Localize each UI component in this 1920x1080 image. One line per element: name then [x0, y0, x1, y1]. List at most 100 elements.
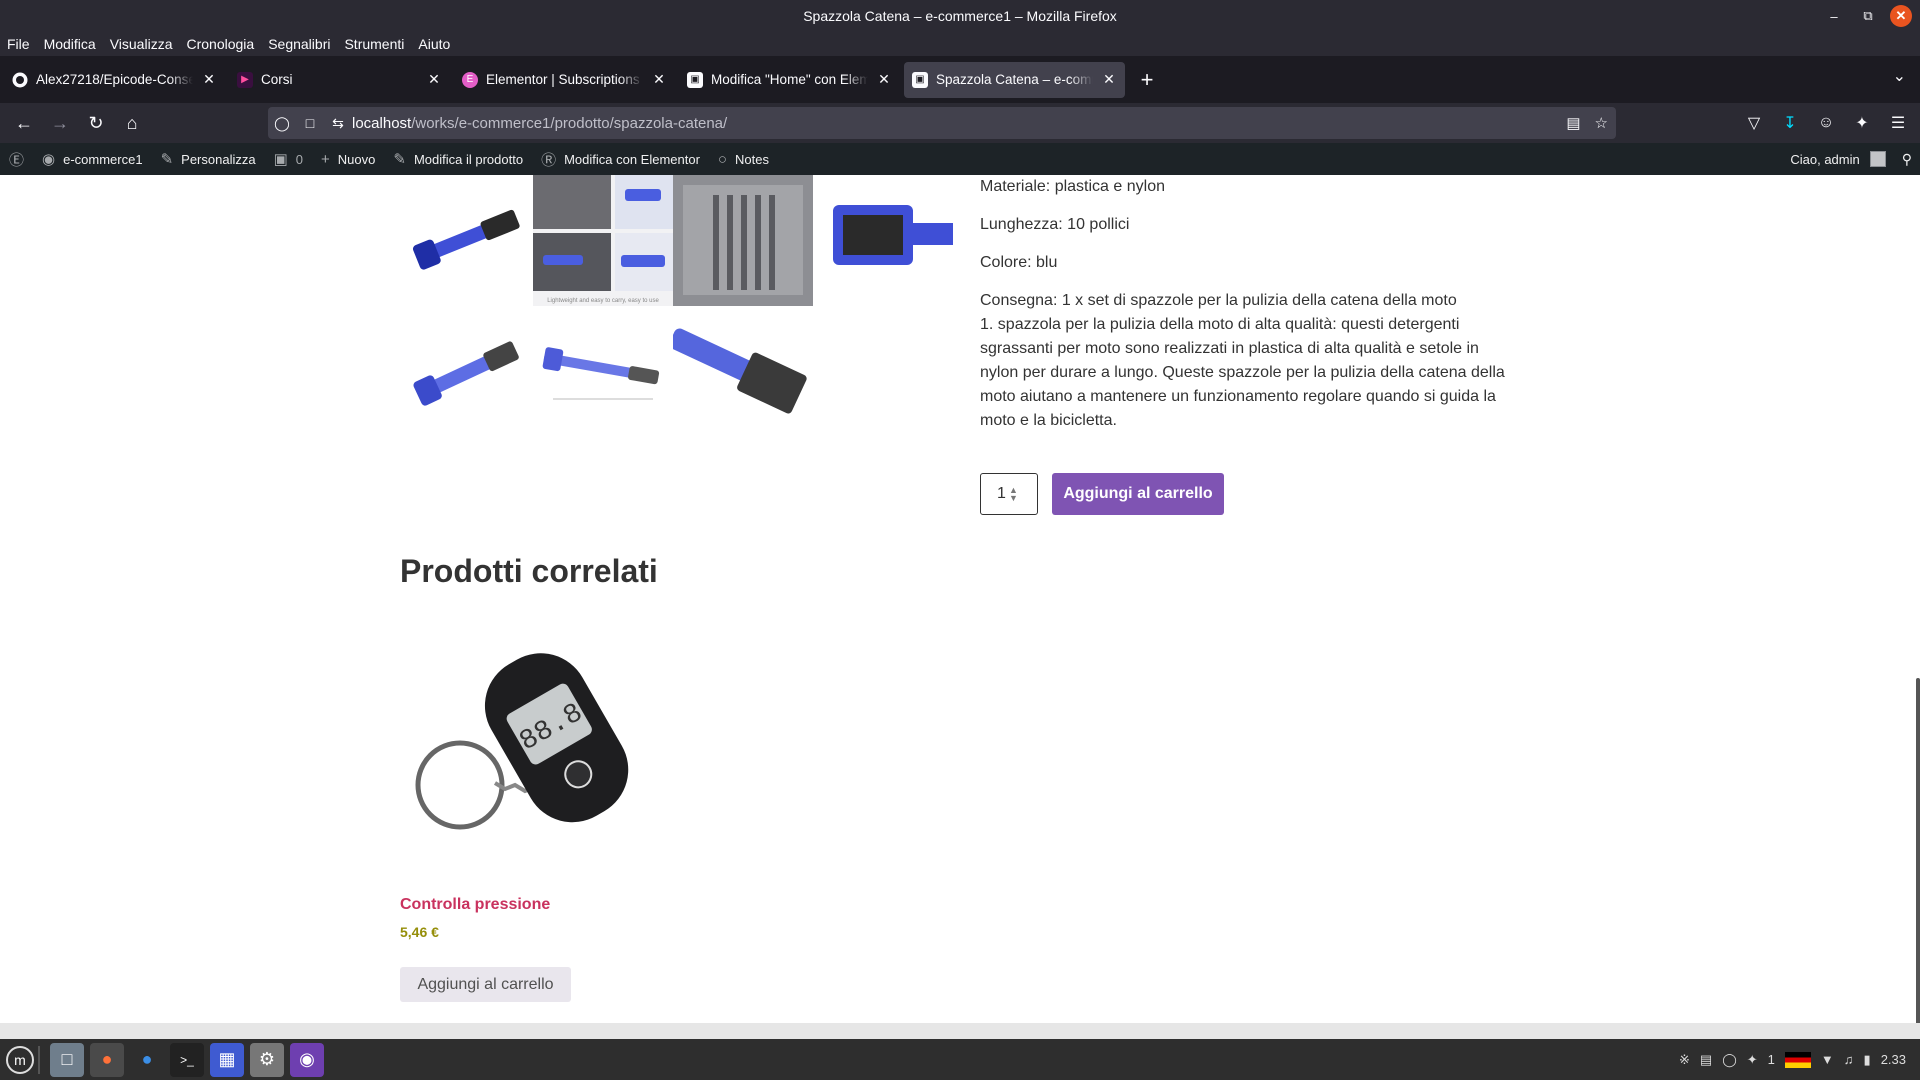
- pencil-icon: ✎: [393, 151, 406, 168]
- settings-icon[interactable]: ⚙: [250, 1042, 284, 1077]
- comments-link[interactable]: ▣ 0: [265, 143, 312, 175]
- new-tab-button[interactable]: +: [1131, 67, 1163, 93]
- plus-icon: +: [321, 150, 330, 168]
- gallery-thumbnail[interactable]: Lightweight and easy to carry, easy to u…: [533, 175, 673, 306]
- account-icon[interactable]: ☺: [1814, 107, 1838, 139]
- edit-product-link[interactable]: ✎ Modifica il prodotto: [384, 143, 532, 175]
- url-host: localhost: [352, 114, 412, 132]
- tab-elementor[interactable]: E Elementor | Subscriptions ✕: [454, 62, 675, 98]
- close-tab-icon[interactable]: ✕: [426, 71, 442, 88]
- elementor-icon: E: [462, 71, 478, 88]
- update-icon[interactable]: ✦: [1747, 1052, 1758, 1068]
- keyboard-layout-flag-icon[interactable]: [1784, 1051, 1811, 1068]
- page-icon[interactable]: □: [296, 115, 324, 131]
- tab-modifica-home[interactable]: ▣ Modifica "Home" con Elementor ✕: [679, 62, 900, 98]
- vertical-scrollbar[interactable]: [1916, 678, 1920, 1023]
- gallery-thumbnail[interactable]: [393, 309, 533, 440]
- close-icon[interactable]: ✕: [1890, 5, 1912, 27]
- customize-link[interactable]: ✎ Personalizza: [152, 143, 265, 175]
- terminal-icon[interactable]: >_: [170, 1042, 204, 1077]
- clipboard-icon[interactable]: ▤: [1700, 1052, 1712, 1068]
- gallery-thumbnail[interactable]: [673, 175, 813, 306]
- home-icon[interactable]: ⌂: [114, 107, 150, 139]
- shield-icon[interactable]: ◯: [268, 115, 296, 132]
- battery-icon[interactable]: ▮: [1864, 1052, 1871, 1068]
- gallery-thumbnail[interactable]: [533, 309, 673, 440]
- menu-visualizza[interactable]: Visualizza: [110, 36, 173, 52]
- brush-icon: ✎: [160, 151, 174, 168]
- window-titlebar: Spazzola Catena – e-commerce1 – Mozilla …: [0, 0, 1920, 32]
- dashboard-icon: ◉: [42, 151, 56, 168]
- menu-strumenti[interactable]: Strumenti: [344, 36, 404, 52]
- related-add-to-cart-button[interactable]: Aggiungi al carrello: [400, 967, 571, 1002]
- quantity-stepper[interactable]: 1 ▲ ▼: [980, 473, 1038, 515]
- reload-icon[interactable]: ↻: [78, 107, 114, 139]
- site-name-link[interactable]: ◉ e-commerce1: [33, 143, 152, 175]
- add-to-cart-button[interactable]: Aggiungi al carrello: [1052, 473, 1224, 515]
- hamburger-menu-icon[interactable]: ☰: [1886, 107, 1910, 139]
- horizontal-scrollbar[interactable]: [0, 1023, 1920, 1039]
- tab-label: Corsi: [261, 72, 293, 87]
- mint-menu-icon[interactable]: m: [6, 1045, 34, 1074]
- new-content-link[interactable]: + Nuovo: [312, 143, 384, 175]
- minimize-icon[interactable]: –: [1822, 4, 1846, 28]
- firefox-icon[interactable]: ●: [90, 1042, 124, 1077]
- tab-label: Alex27218/Epicode-Consegne: [36, 72, 193, 87]
- related-products-title: Prodotti correlati: [400, 553, 658, 589]
- product-page: Lightweight and easy to carry, easy to u…: [0, 175, 1920, 1023]
- menu-file[interactable]: File: [7, 36, 30, 52]
- bookmark-star-icon[interactable]: ☆: [1595, 114, 1608, 132]
- tab-label: Spazzola Catena – e-commerce1: [936, 72, 1093, 87]
- pocket-icon[interactable]: ▽: [1742, 107, 1766, 139]
- download-icon[interactable]: ↧: [1778, 107, 1802, 139]
- close-tab-icon[interactable]: ✕: [876, 71, 892, 88]
- volume-icon[interactable]: ♫: [1844, 1052, 1854, 1067]
- tab-spazzola-catena[interactable]: ▣ Spazzola Catena – e-commerce1 ✕: [904, 61, 1125, 98]
- wordpress-logo-button[interactable]: Ⓔ: [0, 143, 33, 175]
- file-manager-icon[interactable]: □: [50, 1042, 84, 1077]
- search-icon[interactable]: ⚲: [1902, 151, 1912, 168]
- maximize-icon[interactable]: ⧉: [1856, 4, 1880, 28]
- back-icon[interactable]: ←: [6, 107, 42, 139]
- tab-corsi[interactable]: ▶ Corsi ✕: [229, 62, 450, 98]
- menu-modifica[interactable]: Modifica: [44, 36, 96, 52]
- menu-cronologia[interactable]: Cronologia: [186, 36, 254, 52]
- gallery-thumbnail[interactable]: [673, 309, 813, 440]
- system-tray: ※ ▤ ◯ ✦ 1 ▼ ♫ ▮ 2.33: [1679, 1039, 1906, 1080]
- menu-aiuto[interactable]: Aiuto: [418, 36, 450, 52]
- user-greeting[interactable]: Ciao, admin: [1790, 152, 1859, 167]
- shield-tray-icon[interactable]: ◯: [1722, 1052, 1737, 1068]
- customize-label: Personalizza: [181, 151, 256, 167]
- close-tab-icon[interactable]: ✕: [1101, 71, 1117, 88]
- spin-arrows-icon[interactable]: ▲ ▼: [1009, 486, 1018, 503]
- extensions-icon[interactable]: ✦: [1850, 107, 1874, 139]
- gallery-thumbnail[interactable]: [813, 175, 953, 306]
- url-bar[interactable]: ◯ □ ⇆ localhost/works/e-commerce1/prodot…: [268, 107, 1616, 139]
- forward-icon[interactable]: →: [42, 107, 78, 139]
- screenshot-icon[interactable]: ▦: [210, 1042, 244, 1077]
- wordpress-page-icon: ▣: [687, 71, 703, 88]
- edit-with-elementor-link[interactable]: Ⓡ Modifica con Elementor: [532, 143, 709, 175]
- related-product-name[interactable]: Controlla pressione: [400, 896, 550, 914]
- bluetooth-icon[interactable]: ※: [1679, 1052, 1690, 1068]
- clock[interactable]: 2.33: [1881, 1052, 1906, 1067]
- close-tab-icon[interactable]: ✕: [201, 71, 217, 88]
- wifi-icon[interactable]: ▼: [1821, 1052, 1834, 1067]
- permissions-icon[interactable]: ⇆: [324, 115, 352, 132]
- related-product-image[interactable]: 88.8: [400, 615, 650, 855]
- tab-github[interactable]: Alex27218/Epicode-Consegne ✕: [4, 62, 225, 98]
- menu-segnalibri[interactable]: Segnalibri: [268, 36, 330, 52]
- gallery-thumbnail[interactable]: [393, 175, 533, 306]
- product-color: Colore: blu: [980, 254, 1058, 271]
- product-long-description: 1. spazzola per la pulizia della moto di…: [980, 316, 1505, 429]
- github-desktop-icon[interactable]: ◉: [290, 1042, 324, 1077]
- reader-view-icon[interactable]: ▤: [1566, 114, 1580, 132]
- avatar[interactable]: [1869, 151, 1886, 167]
- thunderbird-icon[interactable]: ●: [130, 1043, 164, 1077]
- taskbar-separator: [38, 1045, 40, 1074]
- product-delivery: Consegna: 1 x set di spazzole per la pul…: [980, 292, 1457, 309]
- close-tab-icon[interactable]: ✕: [651, 71, 667, 88]
- quantity-value: 1: [997, 485, 1006, 502]
- chevron-down-icon[interactable]: ⌄: [1893, 66, 1906, 86]
- notes-link[interactable]: ○ Notes: [709, 143, 778, 175]
